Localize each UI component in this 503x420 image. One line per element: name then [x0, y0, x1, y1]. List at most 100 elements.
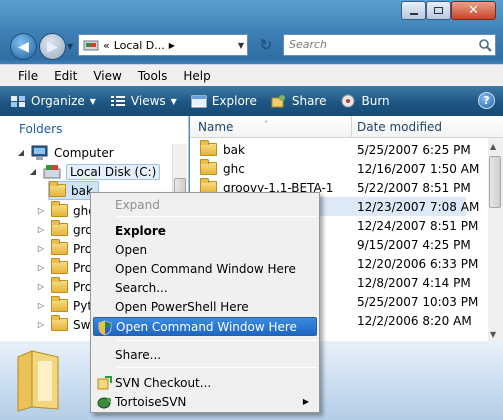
- file-date: 12/2/2006 8:20 AM: [357, 313, 472, 328]
- menu-tools[interactable]: Tools: [130, 69, 176, 83]
- scrollbar-thumb[interactable]: [489, 156, 501, 208]
- minimize-icon: [409, 12, 418, 15]
- explore-label: Explore: [211, 94, 257, 108]
- folder-icon: [200, 140, 217, 156]
- menu-item-label: SVN Checkout...: [115, 375, 212, 390]
- menu-bar: File Edit View Tools Help: [0, 64, 503, 86]
- maximize-button[interactable]: [426, 1, 451, 20]
- file-date: 12/20/2006 6:33 PM: [357, 256, 479, 271]
- scroll-down-icon[interactable]: ▼: [490, 330, 496, 339]
- tree-item-computer[interactable]: ◢ Computer: [16, 143, 114, 162]
- expand-arrow-icon[interactable]: ▷: [36, 282, 46, 291]
- expand-arrow-icon[interactable]: ▷: [36, 206, 46, 215]
- column-name[interactable]: Name ˄: [190, 116, 352, 137]
- forward-arrow-icon: ▶: [47, 38, 58, 55]
- address-bar[interactable]: « Local D... ▶ ▼: [78, 34, 248, 56]
- address-overflow[interactable]: «: [103, 39, 110, 52]
- menu-item-label: Open Command Window Here: [116, 319, 297, 334]
- menu-item-search[interactable]: Search...: [93, 278, 317, 297]
- menu-file[interactable]: File: [10, 69, 46, 83]
- views-icon: [110, 96, 125, 106]
- address-crumb-local-disk[interactable]: Local D...: [114, 39, 165, 52]
- scroll-up-icon[interactable]: ▲: [490, 142, 496, 151]
- menu-item-open-command-window[interactable]: Open Command Window Here: [93, 259, 317, 278]
- share-label: Share: [291, 94, 327, 108]
- recent-pages-dropdown-icon[interactable]: ▼: [67, 42, 73, 51]
- file-name: bak: [223, 142, 245, 157]
- column-name-label: Name: [198, 120, 234, 134]
- folder-icon: [49, 181, 66, 197]
- tree-item-ghc[interactable]: ▷ ghc: [36, 201, 95, 220]
- search-icon[interactable]: [478, 38, 492, 52]
- burn-label: Burn: [361, 94, 390, 108]
- collapse-arrow-icon[interactable]: ◢: [28, 167, 38, 176]
- folder-icon: [51, 315, 68, 331]
- menu-item-expand[interactable]: Expand: [93, 195, 317, 214]
- maximize-icon: [434, 7, 443, 14]
- tree-item-sws[interactable]: ▷ SwS: [36, 315, 98, 334]
- menu-item-svn-checkout[interactable]: SVN Checkout...: [93, 373, 317, 392]
- folder-icon: [51, 201, 68, 217]
- folder-icon: [200, 159, 217, 175]
- file-row[interactable]: ghc 12/16/2007 1:50 AM: [190, 159, 479, 178]
- explore-button[interactable]: Explore: [191, 94, 257, 108]
- collapse-arrow-icon[interactable]: ◢: [16, 148, 26, 157]
- menu-item-open-command-window-admin[interactable]: Open Command Window Here: [93, 317, 317, 336]
- column-date-modified[interactable]: Date modified: [352, 116, 487, 137]
- expand-arrow-icon[interactable]: ▷: [36, 301, 46, 310]
- tree-label: Computer: [54, 145, 114, 160]
- large-folder-icon: [17, 350, 59, 412]
- menu-item-label: TortoiseSVN: [115, 394, 187, 409]
- share-icon: [271, 95, 285, 108]
- expand-arrow-icon[interactable]: ▷: [36, 320, 46, 329]
- menu-view[interactable]: View: [85, 69, 129, 83]
- menu-item-open[interactable]: Open: [93, 240, 317, 259]
- organize-button[interactable]: Organize ▼: [10, 94, 96, 108]
- refresh-icon: ↻: [259, 36, 273, 54]
- organize-label: Organize: [31, 94, 85, 108]
- back-arrow-icon: ◀: [18, 38, 29, 55]
- menu-edit[interactable]: Edit: [46, 69, 85, 83]
- expand-arrow-icon[interactable]: ▷: [36, 244, 46, 253]
- menu-help[interactable]: Help: [175, 69, 218, 83]
- menu-item-tortoisesvn[interactable]: TortoiseSVN ▶: [93, 392, 317, 411]
- views-dropdown-icon: ▼: [170, 96, 177, 106]
- refresh-button[interactable]: ↻: [253, 33, 279, 57]
- help-button[interactable]: ?: [478, 92, 495, 109]
- explore-icon: [191, 95, 207, 108]
- folder-icon: [51, 258, 68, 274]
- minimize-button[interactable]: [401, 1, 426, 20]
- file-name: ghc: [223, 161, 245, 176]
- folder-icon: [51, 296, 68, 312]
- expand-arrow-icon[interactable]: ▷: [36, 263, 46, 272]
- organize-icon: [11, 96, 25, 107]
- views-button[interactable]: Views ▼: [110, 94, 177, 108]
- search-input[interactable]: Search: [283, 34, 496, 56]
- folder-icon: [51, 277, 68, 293]
- drive-icon: [83, 40, 99, 51]
- address-dropdown-icon[interactable]: ▼: [238, 41, 244, 50]
- burn-button[interactable]: Burn: [340, 94, 390, 108]
- menu-item-share[interactable]: Share...: [93, 345, 317, 364]
- tree-item-local-disk[interactable]: ◢ Local Disk (C:): [28, 162, 161, 181]
- file-list-scrollbar[interactable]: ▲ ▼: [488, 138, 503, 341]
- menu-separator: [117, 340, 317, 341]
- back-button[interactable]: ◀: [10, 33, 37, 60]
- forward-button[interactable]: ▶: [39, 33, 66, 60]
- share-button[interactable]: Share: [271, 94, 327, 108]
- file-row[interactable]: bak 5/25/2007 6:25 PM: [190, 140, 471, 159]
- views-label: Views: [130, 94, 166, 108]
- close-button[interactable]: ✕: [451, 1, 496, 20]
- menu-separator: [117, 367, 317, 368]
- crumb-chevron-icon[interactable]: ▶: [169, 41, 175, 50]
- menu-separator: [117, 216, 317, 217]
- column-header-row: Name ˄ Date modified: [190, 116, 503, 138]
- menu-item-open-powershell[interactable]: Open PowerShell Here: [93, 297, 317, 316]
- svn-checkout-icon: [97, 376, 112, 390]
- menu-item-explore[interactable]: Explore: [93, 221, 317, 240]
- folders-header[interactable]: Folders: [0, 116, 188, 143]
- tortoisesvn-icon: [97, 397, 112, 409]
- folder-icon: [51, 220, 68, 236]
- file-date: 12/8/2007 4:14 PM: [357, 275, 471, 290]
- expand-arrow-icon[interactable]: ▷: [36, 225, 46, 234]
